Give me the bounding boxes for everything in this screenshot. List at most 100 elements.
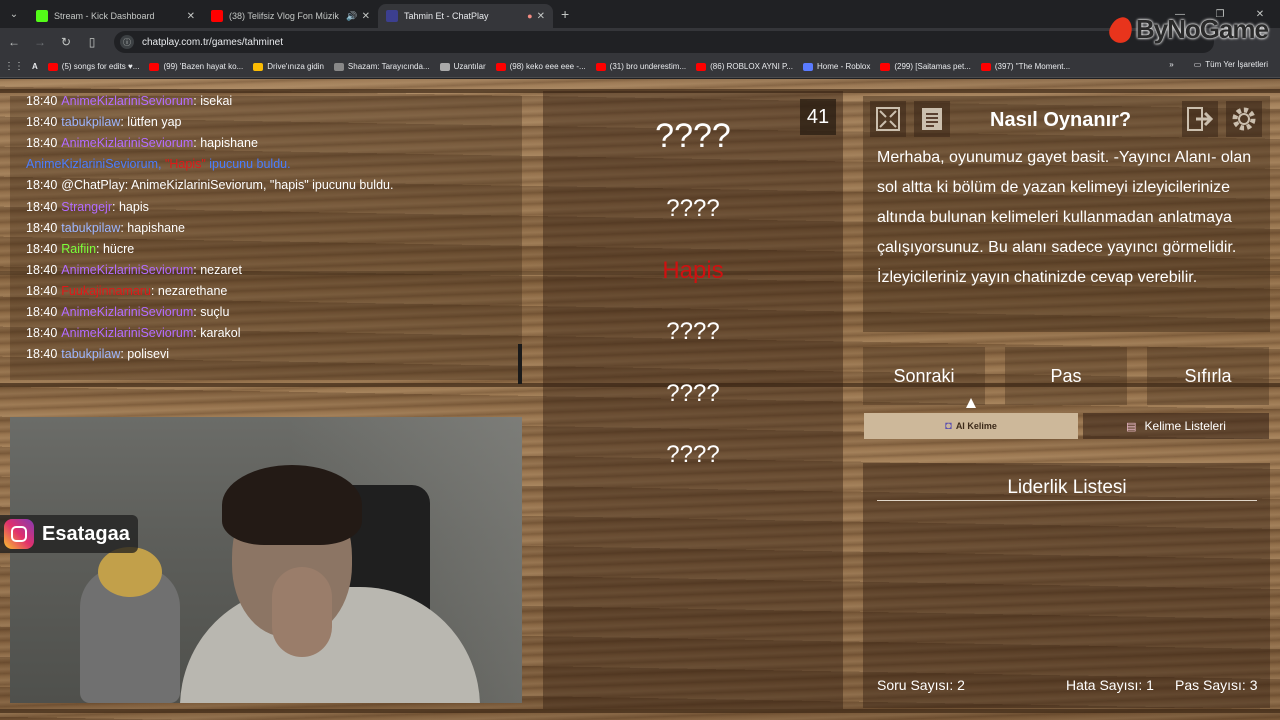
chat-username[interactable]: AnimeKizlariniSeviorum,: [26, 157, 161, 171]
chat-text: : polisevi: [120, 347, 169, 362]
bookmark-item[interactable]: (86) ROBLOX AYNI P...: [696, 62, 793, 71]
chat-text: : hapishane: [120, 220, 185, 235]
youtube-icon: [980, 62, 991, 71]
ai-word-button[interactable]: ◘ AI Kelime: [864, 413, 1078, 439]
bookmark-item[interactable]: (99) 'Bazen hayat ko...: [149, 62, 243, 71]
all-bookmarks[interactable]: » ▭ Tüm Yer İşaretleri: [1169, 60, 1268, 69]
chat-timestamp: 18:40: [26, 283, 58, 298]
chat-message: 18:40 AnimeKizlariniSeviorum: isekai: [26, 94, 232, 108]
chat-text: : hücre: [96, 241, 135, 256]
plush-toy-head: [98, 547, 162, 597]
youtube-icon: [595, 62, 606, 71]
chat-message: 18:40 AnimeKizlariniSeviorum: suçlu: [26, 305, 229, 319]
chatplay-favicon-icon: [386, 10, 398, 22]
how-to-play-title: Nasıl Oynanır?: [990, 109, 1132, 131]
chat-timestamp: 18:40: [26, 136, 58, 151]
apps-grid-icon[interactable]: ⋮⋮: [2, 55, 26, 79]
chat-username[interactable]: AnimeKizlariniSeviorum: [61, 305, 193, 319]
bookmark-item[interactable]: Shazam: Tarayıcında...: [333, 62, 430, 71]
bookmark-item[interactable]: Home - Roblox: [803, 62, 870, 71]
chat-timestamp: 18:40: [26, 115, 58, 130]
kick-favicon-icon: [36, 10, 48, 22]
new-tab-icon[interactable]: +: [561, 6, 569, 22]
bookmark-item[interactable]: (299) [Saitamas pet...: [880, 62, 971, 71]
timer-counter: 41: [800, 99, 836, 135]
chat-message: 18:40 AnimeKizlariniSeviorum: karakol: [26, 326, 241, 340]
youtube-favicon-icon: [211, 10, 223, 22]
watermark-text: ByNoGame: [1135, 14, 1269, 44]
tab-chatplay[interactable]: Tahmin Et - ChatPlay ● ✕: [378, 4, 553, 28]
bookmark-item[interactable]: (31) bro underestim...: [595, 62, 686, 71]
bookmarks-bar: ⋮⋮ A (5) songs for edits ♥... (99) 'Baze…: [0, 56, 1280, 78]
word-list-panel: ???? ???? Hapis ???? ???? ????: [543, 91, 843, 709]
chat-username[interactable]: tabukpilaw: [61, 115, 120, 129]
chat-timestamp: 18:40: [26, 347, 58, 362]
tab-title: Stream - Kick Dashboard: [54, 11, 155, 21]
chat-username[interactable]: tabukpilaw: [61, 221, 120, 235]
word-slot: ????: [666, 380, 720, 407]
chat-message: 18:40 AnimeKizlariniSeviorum: hapishane: [26, 136, 258, 150]
back-icon[interactable]: ←: [2, 30, 26, 54]
chat-timestamp: 18:40: [26, 326, 58, 341]
chat-message: 18:40 Fuukajinnamaru: nezarethane: [26, 284, 227, 298]
forward-icon[interactable]: →: [28, 30, 52, 54]
instagram-handle: Esatagaa: [42, 522, 130, 545]
chat-text: : lütfen yap: [120, 115, 182, 130]
youtube-icon: [149, 62, 160, 71]
site-info-icon[interactable]: ⓘ: [120, 35, 134, 49]
chat-username[interactable]: Fuukajinnamaru: [61, 284, 151, 298]
streamer-hair: [222, 465, 362, 545]
bookmark-item[interactable]: Uzantılar: [439, 62, 486, 71]
chat-message: 18:40 Strangejr: hapis: [26, 200, 149, 214]
pass-button[interactable]: Pas: [1005, 347, 1127, 405]
chat-text: : AnimeKizlariniSeviorum, "hapis" ipucun…: [124, 178, 394, 193]
chat-username[interactable]: AnimeKizlariniSeviorum: [61, 94, 193, 108]
chat-text: : isekai: [193, 94, 233, 108]
chat-username[interactable]: AnimeKizlariniSeviorum: [61, 326, 193, 340]
chat-username[interactable]: @ChatPlay: [61, 178, 124, 192]
chat-message: 18:40 AnimeKizlariniSeviorum: nezaret: [26, 263, 242, 277]
chat-username[interactable]: AnimeKizlariniSeviorum: [61, 263, 193, 277]
tab-kick-dashboard[interactable]: Stream - Kick Dashboard ✕: [28, 4, 203, 28]
side-panel-icon[interactable]: ▯: [80, 30, 104, 54]
chat-scrollbar[interactable]: [518, 344, 522, 384]
chat-text: : nezaret: [193, 262, 242, 277]
gear-icon: [1232, 107, 1256, 131]
mouse-cursor: [966, 398, 976, 408]
settings-button[interactable]: [1226, 101, 1262, 137]
chat-username[interactable]: Raifiin: [61, 242, 96, 256]
chat-username[interactable]: tabukpilaw: [61, 347, 120, 361]
exit-button[interactable]: [1182, 101, 1218, 137]
bookmark-a[interactable]: A: [32, 62, 38, 71]
tab-close-icon[interactable]: ✕: [187, 11, 195, 22]
rules-button[interactable]: [914, 101, 950, 137]
reload-icon[interactable]: ↻: [54, 30, 78, 54]
chevron-right-icon[interactable]: »: [1169, 60, 1173, 69]
bookmark-item[interactable]: (98) keko eee eee -...: [495, 62, 586, 71]
word-slot: ????: [655, 117, 731, 155]
chat-username[interactable]: AnimeKizlariniSeviorum: [61, 136, 193, 150]
reset-button[interactable]: Sıfırla: [1147, 347, 1269, 405]
chat-username[interactable]: Strangejr: [61, 200, 112, 214]
youtube-icon: [47, 62, 58, 71]
chat-message: AnimeKizlariniSeviorum, "Hapis" ipucunu …: [26, 157, 291, 171]
next-button[interactable]: Sonraki: [863, 347, 985, 405]
speaker-icon[interactable]: 🔊: [346, 11, 357, 22]
tab-search-icon[interactable]: ⌄: [0, 0, 28, 28]
chat-text: ipucunu buldu.: [205, 157, 291, 172]
bookmark-item[interactable]: (5) songs for edits ♥...: [47, 62, 139, 71]
fullscreen-button[interactable]: [870, 101, 906, 137]
chat-timestamp: 18:40: [26, 305, 58, 319]
wood-plank-divider: [0, 709, 1280, 713]
chat-message: 18:40 tabukpilaw: polisevi: [26, 347, 169, 361]
address-bar[interactable]: ⓘ chatplay.com.tr/games/tahminet: [114, 31, 1214, 53]
word-lists-button[interactable]: ▤ Kelime Listeleri: [1083, 413, 1269, 439]
tab-close-icon[interactable]: ✕: [537, 11, 545, 22]
bookmark-item[interactable]: (397) "The Moment...: [980, 62, 1070, 71]
tab-youtube-music[interactable]: (38) Telifsiz Vlog Fon Müzik 🔊 ✕: [203, 4, 378, 28]
bookmark-item[interactable]: Drive'ınıza gidin: [253, 62, 324, 71]
word-slot: ????: [666, 441, 720, 468]
chat-message: 18:40 tabukpilaw: hapishane: [26, 221, 185, 235]
tab-close-icon[interactable]: ✕: [362, 11, 370, 22]
drive-icon: [253, 62, 264, 71]
